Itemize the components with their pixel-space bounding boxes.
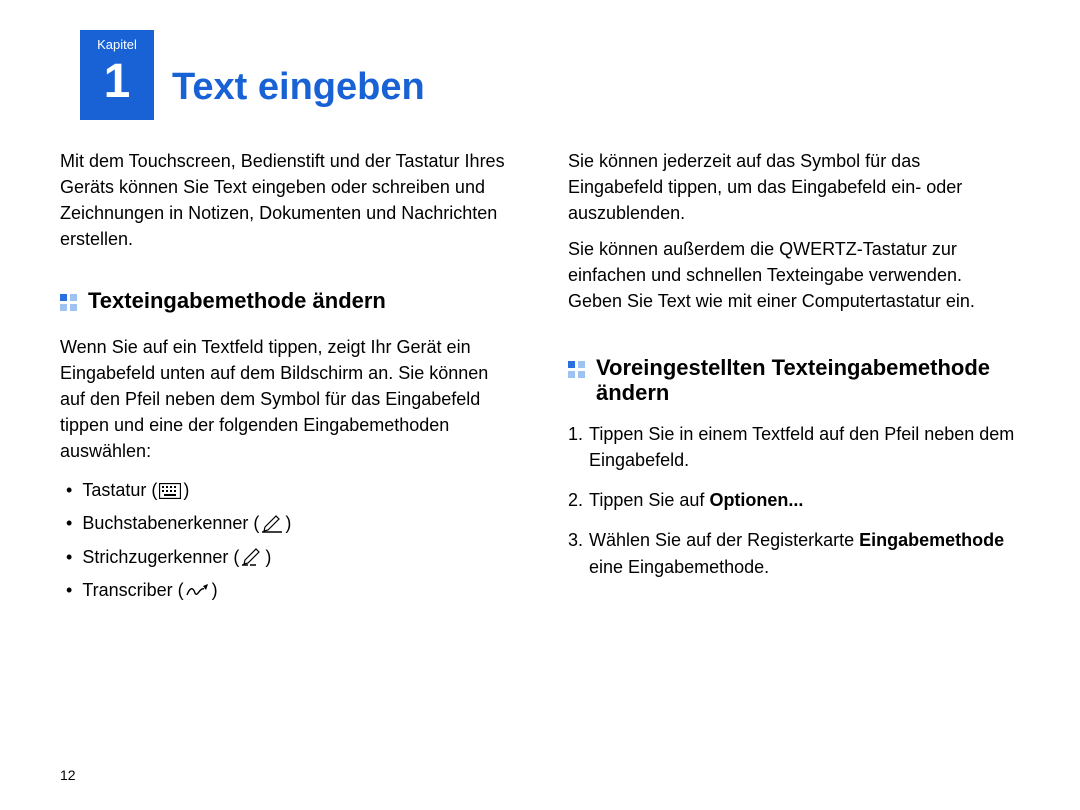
step-text: Tippen Sie in einem Textfeld auf den Pfe… — [589, 421, 1020, 473]
pen-baseline-icon — [241, 548, 263, 566]
section-heading-default-input: Voreingestellten Texteingabemethode ände… — [568, 355, 1020, 406]
list-item: • Strichzugerkenner ( ) — [66, 541, 512, 574]
list-item: • Transcriber ( ) — [66, 574, 512, 607]
step-item: 2. Tippen Sie auf Optionen... — [568, 487, 1020, 513]
section-squares-icon — [60, 292, 78, 317]
handwriting-icon — [186, 583, 210, 599]
options-label: Optionen... — [709, 490, 803, 510]
bullet-icon: • — [66, 541, 72, 574]
chapter-header: Kapitel 1 Text eingeben — [60, 30, 1020, 120]
section-heading-text: Texteingabemethode ändern — [88, 288, 386, 313]
chapter-badge: Kapitel 1 — [80, 30, 154, 120]
page-title: Text eingeben — [172, 61, 425, 120]
step-item: 1. Tippen Sie in einem Textfeld auf den … — [568, 421, 1020, 473]
chapter-number: 1 — [104, 58, 131, 106]
steps-list: 1. Tippen Sie in einem Textfeld auf den … — [568, 421, 1020, 579]
bullet-icon: • — [66, 574, 72, 607]
bullet-close: ) — [212, 574, 218, 607]
column-right: Sie können jederzeit auf das Symbol für … — [568, 148, 1020, 607]
input-methods-list: • Tastatur ( ) • Buchstabenerkenner ( — [60, 474, 512, 607]
page-number: 12 — [60, 766, 76, 786]
bullet-close: ) — [265, 541, 271, 574]
bullet-text: Strichzugerkenner ( — [82, 541, 239, 574]
section-heading-text: Voreingestellten Texteingabemethode ände… — [596, 355, 1020, 406]
bullet-icon: • — [66, 474, 72, 507]
col2-paragraph-2: Sie können außerdem die QWERTZ-Tastatur … — [568, 236, 1020, 314]
bullet-close: ) — [183, 474, 189, 507]
bullet-text: Tastatur ( — [82, 474, 157, 507]
section1-paragraph: Wenn Sie auf ein Textfeld tippen, zeigt … — [60, 334, 512, 464]
bullet-text: Transcriber ( — [82, 574, 183, 607]
bullet-close: ) — [285, 507, 291, 540]
step-number: 3. — [568, 527, 583, 579]
step-number: 1. — [568, 421, 583, 473]
intro-paragraph: Mit dem Touchscreen, Bedienstift und der… — [60, 148, 512, 252]
section-heading-input-method: Texteingabemethode ändern — [60, 288, 512, 317]
step-text: Tippen Sie auf Optionen... — [589, 487, 803, 513]
column-left: Mit dem Touchscreen, Bedienstift und der… — [60, 148, 512, 607]
step-text: Wählen Sie auf der Registerkarte Eingabe… — [589, 527, 1020, 579]
chapter-label: Kapitel — [97, 36, 137, 54]
list-item: • Buchstabenerkenner ( ) — [66, 507, 512, 540]
list-item: • Tastatur ( ) — [66, 474, 512, 507]
step-number: 2. — [568, 487, 583, 513]
section-squares-icon — [568, 359, 586, 384]
bullet-icon: • — [66, 507, 72, 540]
tab-label: Eingabemethode — [859, 530, 1004, 550]
col2-paragraph-1: Sie können jederzeit auf das Symbol für … — [568, 148, 1020, 226]
keyboard-icon — [159, 483, 181, 499]
content-columns: Mit dem Touchscreen, Bedienstift und der… — [60, 148, 1020, 607]
step-item: 3. Wählen Sie auf der Registerkarte Eing… — [568, 527, 1020, 579]
pen-underline-icon — [261, 515, 283, 533]
bullet-text: Buchstabenerkenner ( — [82, 507, 259, 540]
